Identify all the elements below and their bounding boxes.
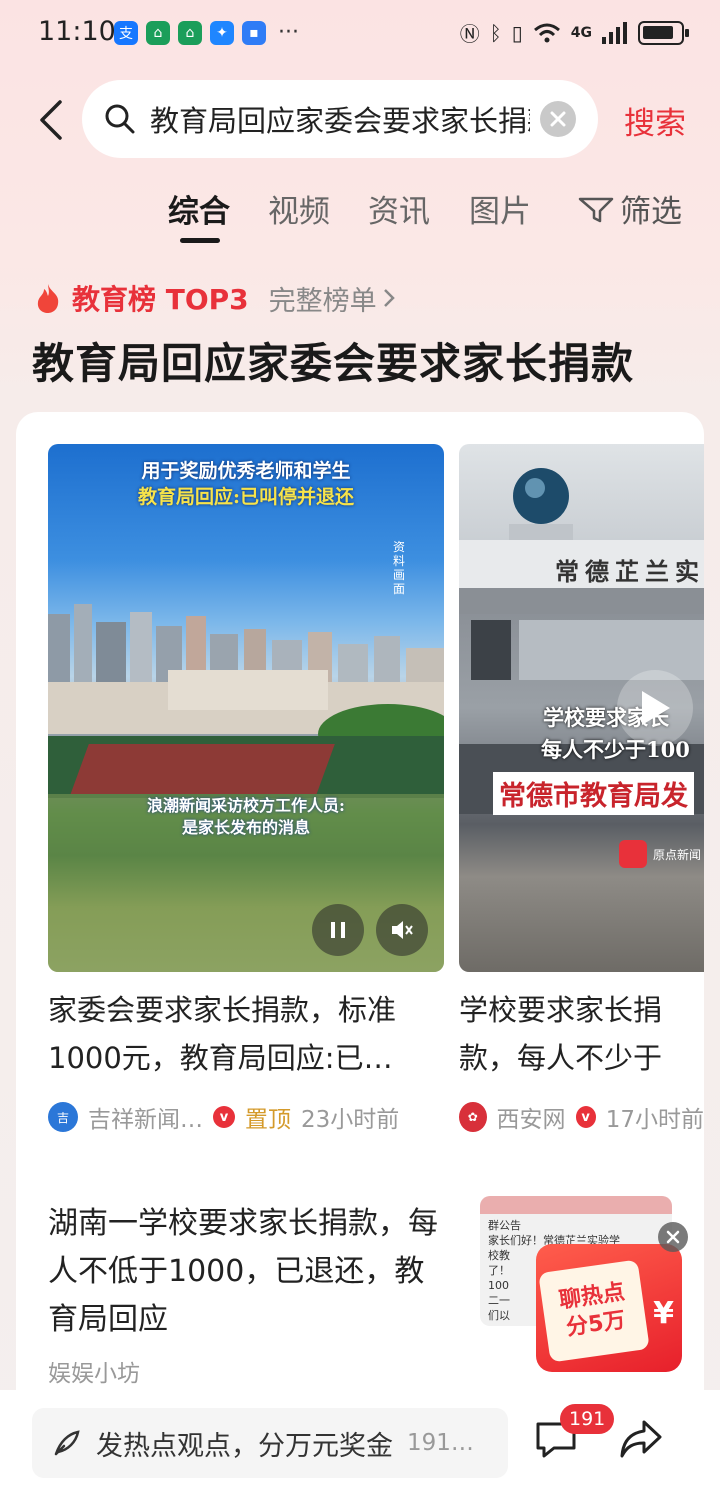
filter-label: 筛选 [620, 194, 682, 230]
tab-comprehensive[interactable]: 综合 [168, 186, 230, 231]
comment-prompt-count: 191… [407, 1430, 474, 1456]
back-button[interactable] [30, 96, 70, 144]
bluetooth-icon: ᛒ [489, 20, 502, 45]
thumbnail-line: 群公告 [488, 1219, 521, 1232]
active-tab-indicator [180, 238, 220, 243]
close-icon [550, 111, 566, 127]
video-2-time: 17小时前 [605, 1107, 704, 1133]
source-logo-icon [619, 840, 647, 868]
video-1-caption-3: 浪潮新闻采访校方工作人员: [147, 796, 345, 815]
tab-video[interactable]: 视频 [268, 186, 330, 231]
status-indicators: Ⓝ ᛒ ▯ 4G [459, 18, 689, 47]
video-2-watermark-text: 原点新闻 [653, 847, 702, 862]
nfc-icon: Ⓝ [459, 22, 480, 46]
more-notifications-icon: ··· [278, 20, 299, 45]
news-item-source[interactable]: 娱娱小坊 [48, 1354, 140, 1388]
comment-prompt: 发热点观点，分万元奖金 [96, 1430, 393, 1462]
bottom-bar: 发热点观点，分万元奖金 191… 191 [0, 1390, 720, 1496]
flame-icon [37, 284, 59, 313]
pause-icon [331, 922, 345, 938]
video-1-caption-1: 用于奖励优秀老师和学生 [141, 460, 351, 482]
hot-rank-row[interactable]: 教育榜 TOP3 完整榜单 [34, 278, 395, 318]
video-1-source[interactable]: 吉祥新闻… [88, 1100, 203, 1134]
bulb-icon: ✦ [210, 20, 234, 45]
video-2-school-sign: 常德芷兰实 [555, 557, 704, 586]
play-button[interactable] [617, 670, 693, 746]
status-bar: 11:10 支 ⌂ ⌂ ✦ ▪ ··· Ⓝ ᛒ ▯ 4G [0, 0, 720, 68]
verified-icon: v [575, 1106, 596, 1128]
share-arrow-icon [620, 1420, 662, 1458]
status-time: 11:10 [38, 16, 116, 47]
video-1-caption-2: 教育局回应:已叫停并退还 [137, 486, 354, 508]
video-thumbnail-2[interactable]: 常德芷兰实 学校要求家长 每人不少于100 常德市教育局发 原点新闻 [459, 444, 704, 972]
vibrate-icon: ▯ [511, 20, 523, 45]
video-1-scene [48, 604, 444, 972]
search-button[interactable]: 搜索 [624, 98, 686, 143]
news-item-title[interactable]: 湖南一学校要求家长捐款，每人不低于1000，已退还，教育局回应 [48, 1200, 448, 1344]
hot-topic-promo[interactable]: 聊热点 分5万 ¥ [536, 1244, 686, 1374]
yen-icon: ¥ [653, 1296, 674, 1331]
play-icon [642, 691, 670, 725]
tab-news[interactable]: 资讯 [368, 186, 430, 231]
promo-card: 聊热点 分5万 [538, 1259, 650, 1363]
network-type: 4G [570, 24, 592, 41]
video-2-source[interactable]: 西安网 [497, 1100, 566, 1134]
wifi-icon [533, 23, 560, 42]
back-arrow-icon [40, 100, 62, 140]
result-tabs: 综合 视频 资讯 图片 筛选 [0, 186, 720, 256]
mute-button[interactable] [376, 904, 428, 956]
bank-icon: ⌂ [178, 20, 202, 45]
video-1-time: 23小时前 [301, 1107, 400, 1133]
source-logo-icon: 吉 [48, 1102, 78, 1132]
video-2-caption-3: 常德市教育局发 [493, 772, 694, 815]
promo-close-button[interactable] [658, 1222, 688, 1252]
share-button[interactable] [618, 1418, 664, 1464]
search-input[interactable]: 教育局回应家委会要求家长捐款 [150, 98, 530, 140]
full-ranking-label: 完整榜单 [268, 285, 377, 317]
video-2-meta: ✿ 西安网 v 17小时前 [459, 1100, 704, 1134]
video-1-meta: 吉 吉祥新闻… v 置顶 23小时前 [48, 1100, 399, 1134]
source-logo-icon: ✿ [459, 1102, 487, 1132]
pen-icon [54, 1430, 80, 1456]
video-player-1[interactable]: 用于奖励优秀老师和学生 教育局回应:已叫停并退还 资料画面 浪潮新闻采访校方工作… [48, 444, 444, 972]
video-1-side-note: 资料画面 [392, 540, 405, 596]
app-icon: ▪ [242, 20, 266, 45]
hot-rank-name: 教育榜 TOP3 [72, 283, 249, 316]
signal-icon [602, 21, 627, 44]
video-1-title[interactable]: 家委会要求家长捐款，标准1000元，教育局回应:已… [48, 986, 448, 1082]
filter-button[interactable]: 筛选 [578, 186, 682, 231]
video-2-title[interactable]: 学校要求家长捐款，每人不少于1000元？常德 [459, 986, 704, 1082]
filter-icon [578, 197, 614, 222]
alipay-icon: 支 [114, 20, 138, 45]
video-2-source-watermark: 原点新闻 [619, 840, 701, 868]
muted-speaker-icon [392, 921, 413, 939]
search-box[interactable]: 教育局回应家委会要求家长捐款 [82, 80, 598, 158]
topic-title: 教育局回应家委会要求家长捐款 [32, 339, 635, 388]
battery-icon [638, 20, 689, 45]
full-ranking-link[interactable]: 完整榜单 [269, 279, 395, 318]
tab-images[interactable]: 图片 [469, 186, 531, 231]
verified-icon: v [213, 1106, 235, 1128]
comment-input[interactable]: 发热点观点，分万元奖金 191… [32, 1408, 508, 1478]
pinned-label: 置顶 [245, 1107, 291, 1133]
thumbnail-header-bar [480, 1196, 672, 1214]
chevron-right-icon [383, 289, 395, 307]
pause-button[interactable] [312, 904, 364, 956]
status-app-icons: 支 ⌂ ⌂ ✦ ▪ ··· [114, 20, 299, 45]
clear-search-button[interactable] [540, 101, 576, 137]
bank-icon: ⌂ [146, 20, 170, 45]
search-icon [105, 104, 135, 134]
close-icon [666, 1230, 680, 1244]
comment-count-badge: 191 [560, 1404, 615, 1434]
video-1-caption-4: 是家长发布的消息 [181, 818, 310, 837]
